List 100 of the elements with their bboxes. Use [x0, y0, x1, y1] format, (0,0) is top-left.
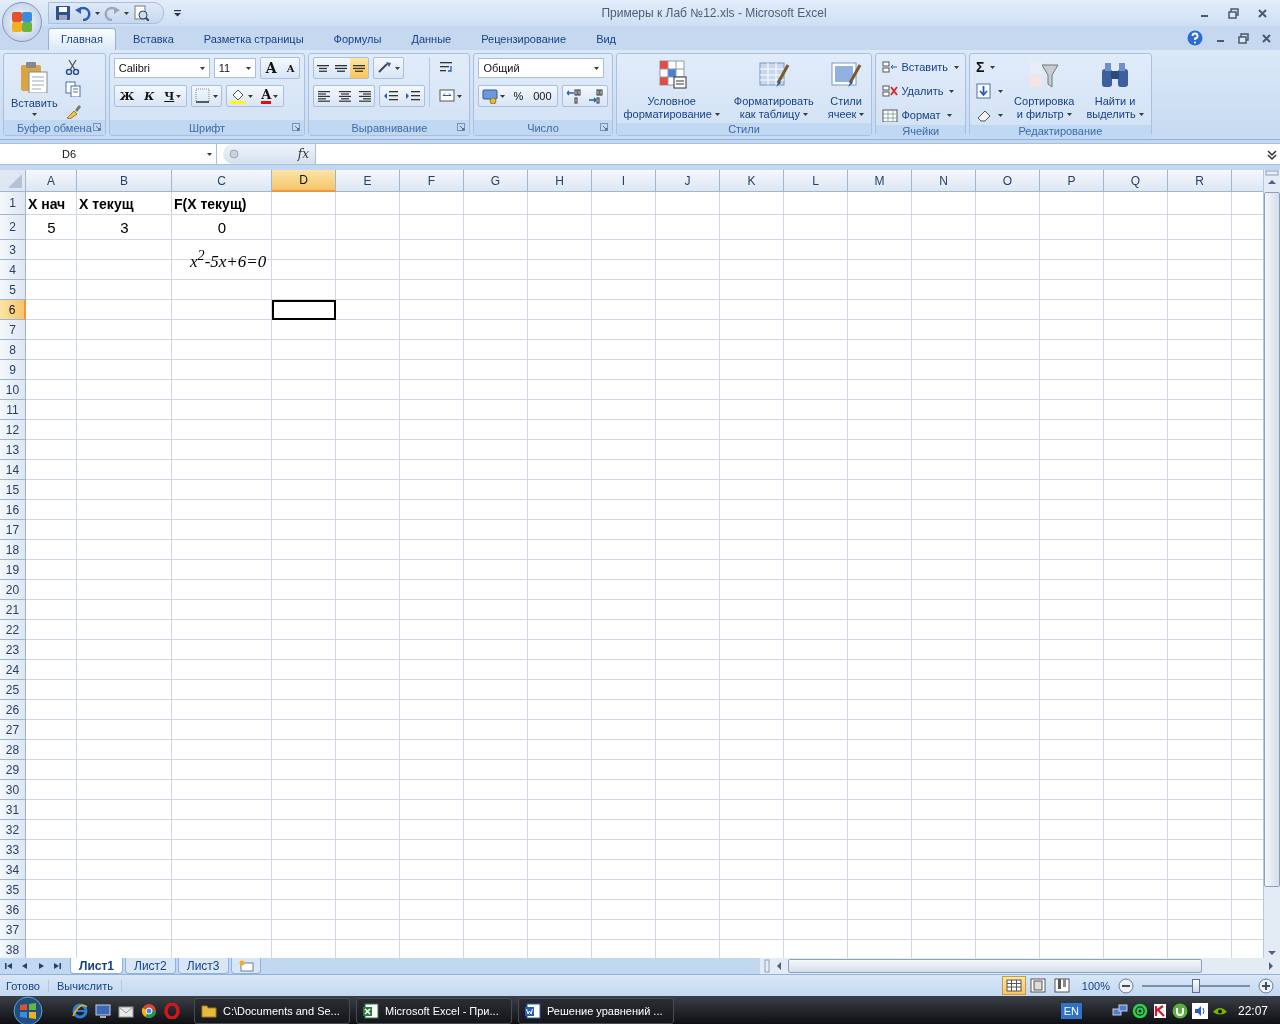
column-header[interactable]: O	[976, 170, 1040, 192]
color-wheel-icon[interactable]	[141, 1003, 157, 1019]
vertical-scrollbar[interactable]	[1263, 170, 1280, 958]
row-header[interactable]: 20	[0, 580, 26, 600]
insert-cells-button[interactable]: Вставить	[880, 57, 962, 77]
row-header[interactable]: 32	[0, 820, 26, 840]
scroll-thumb[interactable]	[788, 959, 1202, 973]
close-icon[interactable]	[1261, 32, 1272, 44]
row-header[interactable]: 16	[0, 500, 26, 520]
language-indicator[interactable]: EN	[1060, 1003, 1082, 1019]
row-header[interactable]: 7	[0, 320, 26, 340]
format-painter-icon[interactable]	[64, 103, 81, 119]
horizontal-scrollbar[interactable]	[760, 958, 1280, 974]
envelope-icon[interactable]	[118, 1003, 134, 1019]
next-sheet-icon[interactable]	[36, 961, 46, 971]
column-header[interactable]: C	[172, 170, 272, 192]
column-header[interactable]: D	[272, 170, 336, 192]
insert-function-button[interactable]: fx	[297, 147, 309, 161]
thousands-button[interactable]: 000	[528, 86, 557, 106]
row-header[interactable]: 2	[0, 215, 26, 240]
zoom-in-icon[interactable]	[1258, 977, 1274, 994]
sheet-tab[interactable]: Лист2	[125, 958, 176, 974]
slider-thumb[interactable]	[1192, 978, 1200, 993]
column-header[interactable]: F	[400, 170, 464, 192]
split-handle-icon[interactable]	[764, 959, 770, 973]
zoom-level[interactable]: 100%	[1081, 979, 1110, 992]
row-header[interactable]: 17	[0, 520, 26, 540]
taskbar-button[interactable]: C:\Documents and Se...	[194, 998, 350, 1024]
row-header[interactable]: 19	[0, 560, 26, 580]
row-header[interactable]: 15	[0, 480, 26, 500]
dialog-launcher-icon[interactable]	[599, 123, 608, 131]
percent-button[interactable]: %	[508, 86, 529, 106]
ribbon-tab[interactable]: Вид	[583, 28, 630, 50]
row-header[interactable]: 3	[0, 240, 26, 260]
row-header[interactable]: 22	[0, 620, 26, 640]
office-button[interactable]	[2, 2, 42, 42]
split-handle-icon[interactable]	[1265, 170, 1279, 176]
row-header[interactable]: 11	[0, 400, 26, 420]
sheet-tab[interactable]: Лист3	[177, 958, 229, 974]
font-size-field[interactable]: 11	[213, 58, 256, 78]
ring-icon[interactable]	[164, 1003, 180, 1019]
globe-icon[interactable]	[72, 1003, 88, 1019]
normal-view-button[interactable]	[1001, 976, 1026, 995]
column-header[interactable]: A	[26, 170, 77, 192]
row-header[interactable]: 13	[0, 440, 26, 460]
cut-icon[interactable]	[64, 59, 81, 75]
grow-font-button[interactable]: A	[260, 58, 282, 78]
column-header[interactable]: E	[336, 170, 400, 192]
font-name-field[interactable]: Calibri	[113, 58, 210, 78]
column-header[interactable]: K	[720, 170, 784, 192]
row-header[interactable]: 36	[0, 900, 26, 920]
zoom-out-icon[interactable]	[1118, 977, 1134, 994]
paste-button[interactable]: Вставить	[8, 57, 61, 118]
row-header[interactable]: 8	[0, 340, 26, 360]
row-header[interactable]: 30	[0, 780, 26, 800]
row-header[interactable]: 37	[0, 920, 26, 940]
ribbon-tab[interactable]: Рецензирование	[468, 28, 580, 50]
row-header[interactable]: 14	[0, 460, 26, 480]
column-header[interactable]: B	[77, 170, 172, 192]
taskbar-button[interactable]: Microsoft Excel - При...	[356, 998, 512, 1024]
sort-filter-button[interactable]: Сортировка и фильтр	[1011, 57, 1078, 123]
ribbon-tab[interactable]: Главная	[48, 28, 116, 50]
name-box[interactable]: D6	[0, 144, 217, 164]
dialog-launcher-icon[interactable]	[457, 123, 466, 131]
table-cell[interactable]: X нач	[26, 192, 77, 215]
column-header[interactable]: Q	[1104, 170, 1168, 192]
row-header[interactable]: 26	[0, 700, 26, 720]
customize-caret-icon[interactable]	[174, 9, 181, 17]
network-icon[interactable]	[1111, 1003, 1128, 1019]
column-header[interactable]: I	[592, 170, 656, 192]
column-header[interactable]: G	[464, 170, 528, 192]
row-header[interactable]: 35	[0, 880, 26, 900]
scroll-right-icon[interactable]	[1266, 959, 1276, 973]
format-cells-button[interactable]: Формат	[880, 105, 962, 125]
autosum-button[interactable]: Σ	[974, 57, 1006, 77]
row-header[interactable]: 34	[0, 860, 26, 880]
sheet-tab[interactable]: Лист1	[70, 958, 124, 974]
row-header[interactable]: 33	[0, 840, 26, 860]
delete-cells-button[interactable]: Удалить	[880, 81, 962, 101]
restore-icon[interactable]	[1238, 32, 1249, 44]
row-header[interactable]: 5	[0, 280, 26, 300]
underline-button[interactable]: Ч	[159, 86, 187, 106]
fill-button[interactable]	[974, 81, 1006, 101]
row-header[interactable]: 38	[0, 940, 26, 958]
table-cell[interactable]: F(X текущ)	[172, 192, 272, 215]
print-preview-icon[interactable]	[133, 5, 149, 21]
row-header[interactable]: 28	[0, 740, 26, 760]
speaker-icon[interactable]	[1191, 1003, 1208, 1019]
row-header[interactable]: 12	[0, 420, 26, 440]
row-header[interactable]: 21	[0, 600, 26, 620]
column-header[interactable]: L	[784, 170, 848, 192]
column-header[interactable]: M	[848, 170, 912, 192]
clock[interactable]: 22:07	[1227, 1004, 1280, 1018]
row-header[interactable]: 9	[0, 360, 26, 380]
find-select-button[interactable]: Найти и выделить	[1083, 57, 1147, 123]
table-cell[interactable]: 5	[26, 215, 77, 240]
row-header[interactable]: 4	[0, 260, 26, 280]
row-header[interactable]: 18	[0, 540, 26, 560]
row-header[interactable]: 6	[0, 300, 26, 320]
row-header[interactable]: 24	[0, 660, 26, 680]
